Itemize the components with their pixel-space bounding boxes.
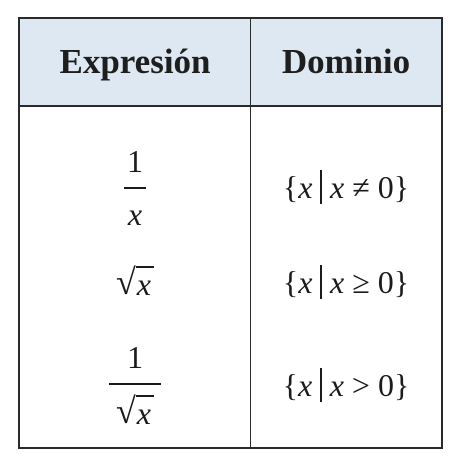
condition-variable: x: [329, 263, 345, 300]
brace-close: }: [393, 168, 410, 205]
numerator: 1: [127, 142, 143, 179]
fraction: 1 √ x: [109, 340, 161, 429]
domain-x-not-zero: {x x ≠ 0}: [251, 159, 441, 215]
condition-value: 0: [377, 263, 394, 300]
relation-symbol: >: [351, 366, 370, 403]
fraction-bar: [124, 186, 146, 189]
expression-sqrt-x: √ x: [20, 254, 250, 310]
expression-reciprocal-sqrt-x: 1 √ x: [20, 329, 250, 439]
domain-table: Expresión Dominio 1 x {x x ≠ 0} √ x {x x ≥ …: [18, 17, 443, 449]
relation-symbol: ≠: [352, 168, 370, 205]
condition-variable: x: [329, 168, 345, 205]
brace-close: }: [393, 263, 410, 300]
set-builder-bar: [320, 368, 322, 402]
square-root: √ x: [116, 393, 154, 429]
condition-value: 0: [377, 366, 394, 403]
radicand: x: [135, 394, 154, 429]
set-variable: x: [298, 168, 313, 205]
condition-variable: x: [329, 366, 344, 403]
fraction-bar: [109, 382, 161, 385]
brace-open: {: [282, 263, 299, 300]
expression-reciprocal-x: 1 x: [20, 137, 250, 237]
set-builder-bar: [320, 265, 322, 299]
table-header: Expresión Dominio: [20, 19, 441, 107]
radical-sign: √: [116, 390, 136, 431]
square-root: √ x: [116, 264, 154, 300]
domain-x-greater-zero: {x x > 0}: [251, 357, 441, 413]
condition-value: 0: [377, 168, 394, 205]
fraction: 1 x: [124, 144, 146, 231]
header-expression: Expresión: [59, 42, 211, 81]
domain-x-greater-equal-zero: {x x ≥ 0}: [251, 254, 441, 310]
set-builder-bar: [320, 170, 322, 204]
brace-open: {: [282, 168, 299, 205]
numerator: 1: [127, 338, 143, 375]
radicand: x: [135, 266, 154, 300]
brace-open: {: [282, 366, 299, 403]
set-variable: x: [298, 366, 313, 403]
header-domain: Dominio: [281, 42, 411, 81]
set-variable: x: [298, 263, 313, 300]
denominator: x: [127, 195, 143, 232]
relation-symbol: ≥: [352, 263, 370, 300]
radical-sign: √: [116, 262, 136, 302]
brace-close: }: [393, 366, 410, 403]
